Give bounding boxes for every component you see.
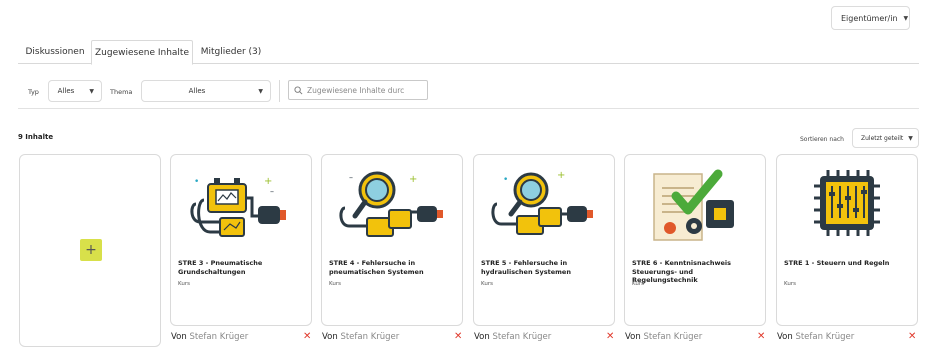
sort-dropdown[interactable]: Zuletzt geteilt ▼ xyxy=(852,128,919,148)
content-card[interactable]: STRE 6 - Kenntnisnachweis Steuerungs- un… xyxy=(624,154,766,326)
card-title: STRE 1 - Steuern und Regeln xyxy=(784,259,890,267)
tab-zugewiesene-inhalte[interactable]: Zugewiesene Inhalte xyxy=(91,40,193,65)
certificate-chip-icon xyxy=(625,155,765,251)
pneumatic-troubleshooting-icon: + – xyxy=(322,155,462,251)
chevron-down-icon: ▼ xyxy=(908,134,913,142)
tab-label: Zugewiesene Inhalte xyxy=(95,47,189,58)
chevron-down-icon: ▼ xyxy=(903,14,909,22)
svg-text:+: + xyxy=(264,176,272,187)
pneumatic-circuit-icon: + • – xyxy=(171,155,311,251)
remove-icon[interactable]: ✕ xyxy=(454,331,462,342)
author-name: Stefan Krüger xyxy=(189,332,249,342)
card-title: STRE 4 - Fehlersuche in pneumatischen Sy… xyxy=(329,259,424,276)
add-content-card[interactable]: + xyxy=(19,154,161,347)
card-type: Kurs xyxy=(481,281,493,287)
author-prefix: Von xyxy=(625,332,641,342)
remove-icon[interactable]: ✕ xyxy=(606,331,614,342)
content-card[interactable]: + • – STRE 3 - Pneumatische Grundschaltu… xyxy=(170,154,312,326)
divider xyxy=(18,108,919,109)
chevron-down-icon: ▼ xyxy=(258,87,263,95)
card-type: Kurs xyxy=(178,281,190,287)
chevron-down-icon: ▼ xyxy=(89,87,94,95)
card-title: STRE 3 - Pneumatische Grundschaltungen xyxy=(178,259,263,276)
card-title: STRE 6 - Kenntnisnachweis Steuerungs- un… xyxy=(632,259,731,284)
search-icon xyxy=(294,85,303,94)
plus-icon: + xyxy=(85,242,97,258)
control-chip-icon xyxy=(777,155,917,251)
svg-text:–: – xyxy=(270,187,274,196)
card-title: STRE 5 - Fehlersuche in hydraulischen Sy… xyxy=(481,259,571,276)
author-prefix: Von xyxy=(474,332,490,342)
author-name: Stefan Krüger xyxy=(643,332,703,342)
author-name: Stefan Krüger xyxy=(795,332,855,342)
content-card[interactable]: STRE 1 - Steuern und Regeln Kurs xyxy=(776,154,918,326)
search-input[interactable] xyxy=(307,85,419,95)
card-author: Von Stefan Krüger xyxy=(625,332,702,342)
card-author: Von Stefan Krüger xyxy=(322,332,399,342)
role-dropdown-label: Eigentümer/in xyxy=(841,13,898,23)
card-author: Von Stefan Krüger xyxy=(474,332,551,342)
author-name: Stefan Krüger xyxy=(340,332,400,342)
author-prefix: Von xyxy=(171,332,187,342)
content-card[interactable]: + – STRE 4 - Fehlersuche in pneumatische… xyxy=(321,154,463,326)
card-type: Kurs xyxy=(784,281,796,287)
type-filter-value: Alles xyxy=(57,87,75,95)
filter-bar: Typ Alles ▼ Thema Alles ▼ xyxy=(18,78,919,104)
sort-value: Zuletzt geteilt xyxy=(861,134,904,142)
author-prefix: Von xyxy=(777,332,793,342)
remove-icon[interactable]: ✕ xyxy=(757,331,765,342)
role-dropdown[interactable]: Eigentümer/in ▼ xyxy=(831,6,910,30)
tab-mitglieder[interactable]: Mitglieder (3) xyxy=(194,40,268,64)
type-filter-select[interactable]: Alles ▼ xyxy=(48,80,102,102)
filter-divider xyxy=(279,80,280,102)
add-content-button[interactable]: + xyxy=(80,239,102,261)
author-name: Stefan Krüger xyxy=(492,332,552,342)
svg-text:•: • xyxy=(194,177,199,187)
svg-text:–: – xyxy=(349,173,353,182)
tab-bar: Diskussionen Zugewiesene Inhalte Mitglie… xyxy=(18,40,919,65)
type-filter-label: Typ xyxy=(28,88,39,96)
tab-label: Mitglieder (3) xyxy=(200,47,262,57)
sort-label: Sortieren nach xyxy=(800,136,844,143)
svg-text:+: + xyxy=(557,170,565,181)
content-count: 9 Inhalte xyxy=(18,133,54,141)
card-type: Kurs xyxy=(632,281,644,287)
remove-icon[interactable]: ✕ xyxy=(908,331,916,342)
author-prefix: Von xyxy=(322,332,338,342)
svg-text:+: + xyxy=(409,174,417,185)
tab-diskussionen[interactable]: Diskussionen xyxy=(18,40,92,64)
svg-text:•: • xyxy=(503,175,508,185)
remove-icon[interactable]: ✕ xyxy=(303,331,311,342)
content-card[interactable]: + • STRE 5 - Fehlersuche in hydraulische… xyxy=(473,154,615,326)
tab-label: Diskussionen xyxy=(25,47,85,57)
card-author: Von Stefan Krüger xyxy=(171,332,248,342)
search-box[interactable] xyxy=(288,80,428,100)
hydraulic-troubleshooting-icon: + • xyxy=(474,155,614,251)
card-type: Kurs xyxy=(329,281,341,287)
card-author: Von Stefan Krüger xyxy=(777,332,854,342)
theme-filter-label: Thema xyxy=(110,88,133,96)
theme-filter-select[interactable]: Alles ▼ xyxy=(141,80,271,102)
theme-filter-value: Alles xyxy=(188,87,206,95)
